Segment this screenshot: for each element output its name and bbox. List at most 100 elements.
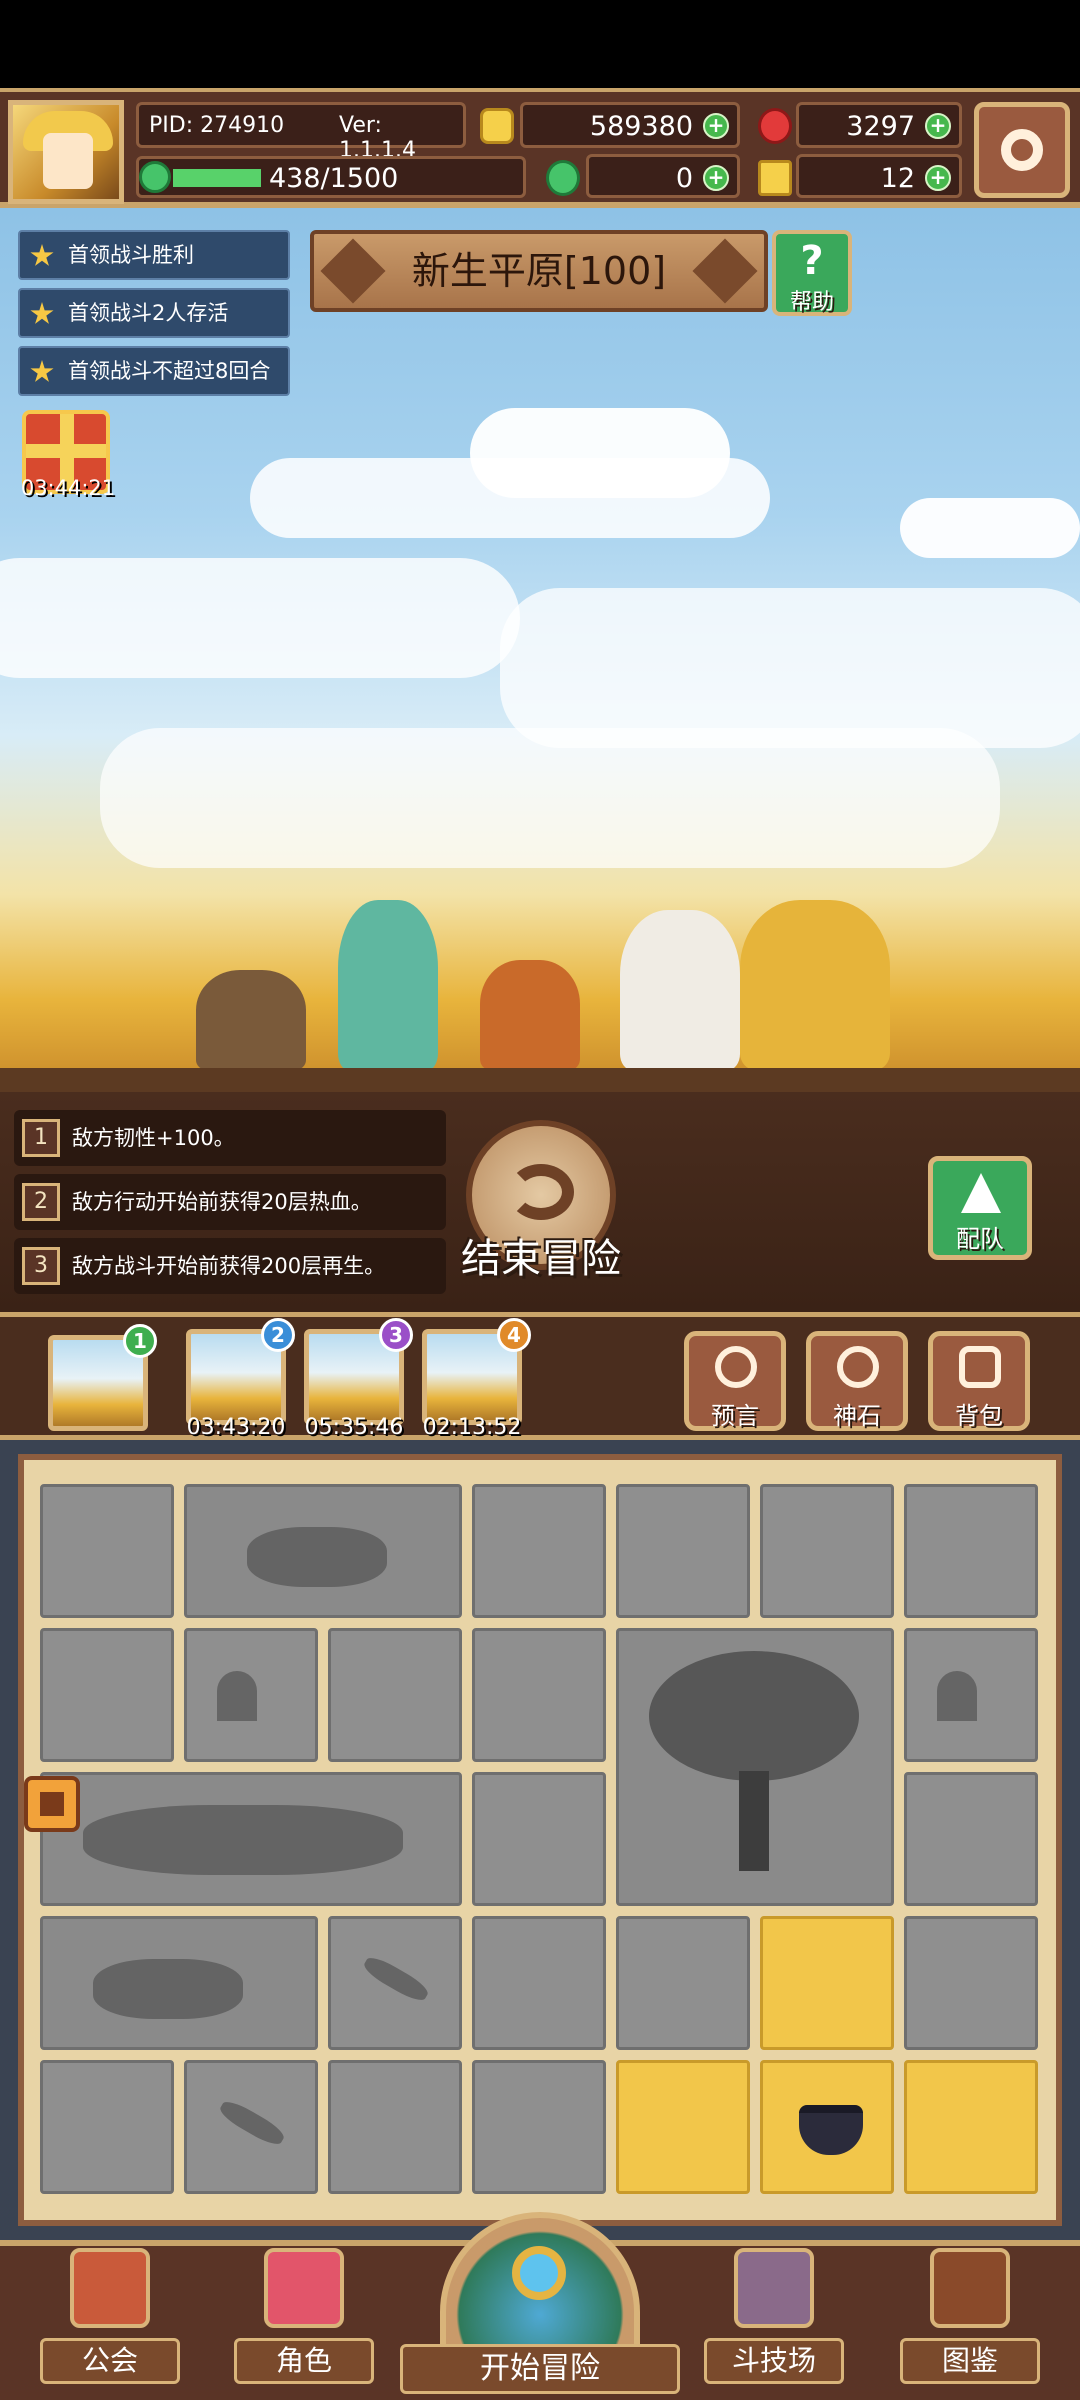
add-gold-button[interactable]: + — [703, 113, 729, 139]
quest-text: 首领战斗胜利 — [68, 243, 194, 267]
key-icon — [758, 160, 792, 196]
quest-item[interactable]: 首领战斗2人存活 — [18, 288, 290, 338]
slot-timer: 02:13:52 — [422, 1415, 522, 1440]
map-tile-rocks[interactable] — [40, 1916, 318, 2050]
hero-rabbit-girl[interactable] — [338, 900, 438, 1070]
slot-badge: 4 — [497, 1318, 531, 1352]
guild-icon — [70, 2248, 150, 2328]
nav-start-adventure[interactable]: 开始冒险 — [400, 2212, 680, 2400]
player-marker[interactable] — [24, 1776, 80, 1832]
return-arrow-icon — [508, 1164, 574, 1220]
gold-panel: 589380 + — [520, 102, 740, 148]
help-button[interactable]: ? 帮助 — [772, 230, 852, 316]
add-clover-button[interactable]: + — [703, 165, 729, 191]
nav-character-label: 角色 — [234, 2338, 374, 2384]
settings-button[interactable] — [974, 102, 1070, 198]
star-icon — [30, 360, 54, 382]
map-tile-explored[interactable] — [760, 1916, 894, 2050]
nav-guild-label: 公会 — [40, 2338, 180, 2384]
godstone-icon — [837, 1346, 879, 1388]
adventure-slot-4[interactable]: 4 — [422, 1318, 531, 1425]
hero-white-haired[interactable] — [620, 910, 740, 1070]
exp-icon — [139, 161, 171, 193]
prophecy-button[interactable]: 预言 — [684, 1331, 786, 1431]
adventure-slot-1[interactable]: 1 — [48, 1324, 157, 1431]
map-tile-boulders[interactable] — [40, 1772, 462, 1906]
quest-item[interactable]: 首领战斗不超过8回合 — [18, 346, 290, 396]
hero-monkey[interactable] — [480, 960, 580, 1070]
quest-item[interactable]: 首领战斗胜利 — [18, 230, 290, 280]
cloud — [900, 498, 1080, 558]
team-setup-button[interactable]: 配队 — [928, 1156, 1032, 1260]
player-avatar[interactable] — [8, 100, 124, 204]
effect-number: 2 — [22, 1183, 60, 1221]
sticks-icon — [360, 1952, 432, 2006]
map-tile[interactable] — [472, 2060, 606, 2194]
map-tile-explored[interactable] — [904, 2060, 1038, 2194]
effect-text: 敌方韧性+100。 — [72, 1126, 235, 1150]
map-tile[interactable] — [40, 2060, 174, 2194]
adventure-slot-2[interactable]: 2 — [186, 1318, 295, 1425]
adventure-slots-bar: 1 2 03:43:20 3 05:35:46 4 02:13:52 预言 神石… — [0, 1312, 1080, 1440]
gem-amount: 3297 — [846, 111, 915, 142]
character-icon — [264, 2248, 344, 2328]
quest-text: 首领战斗2人存活 — [68, 301, 229, 325]
rock-decor — [247, 1527, 387, 1587]
map-tile[interactable] — [40, 1628, 174, 1762]
map-tile-rocks[interactable] — [184, 1484, 462, 1618]
map-tile-campfire[interactable] — [760, 2060, 894, 2194]
nav-character[interactable]: 角色 — [234, 2248, 374, 2388]
cloud — [500, 588, 1080, 748]
effect-row: 3 敌方战斗开始前获得200层再生。 — [14, 1238, 446, 1294]
map-tile-explored[interactable] — [616, 2060, 750, 2194]
nav-codex-label: 图鉴 — [900, 2338, 1040, 2384]
end-adventure-button[interactable]: 结束冒险 — [456, 1120, 626, 1290]
map-tile[interactable] — [328, 1628, 462, 1762]
exp-text: 438/1500 — [269, 163, 399, 194]
pid-text: PID: 274910 — [149, 113, 285, 138]
hero-golden[interactable] — [740, 900, 890, 1070]
map-tile[interactable] — [328, 2060, 462, 2194]
prophecy-label: 预言 — [711, 1402, 759, 1430]
map-tile[interactable] — [760, 1484, 894, 1618]
exp-fill — [173, 169, 261, 187]
tree-icon — [649, 1651, 859, 1781]
add-key-button[interactable]: + — [925, 165, 951, 191]
map-tile[interactable] — [472, 1628, 606, 1762]
map-tile-door[interactable] — [184, 1628, 318, 1762]
resource-bar: PID: 274910 Ver: 1.1.1.4 589380 + 3297 +… — [0, 88, 1080, 208]
map-tile-sticks[interactable] — [184, 2060, 318, 2194]
effect-text: 敌方战斗开始前获得200层再生。 — [72, 1254, 386, 1278]
map-tile-door[interactable] — [904, 1628, 1038, 1762]
map-tile[interactable] — [40, 1484, 174, 1618]
map-tile[interactable] — [472, 1484, 606, 1618]
quest-text: 首领战斗不超过8回合 — [68, 359, 271, 383]
map-tile[interactable] — [472, 1772, 606, 1906]
map-tile[interactable] — [904, 1916, 1038, 2050]
map-tile[interactable] — [472, 1916, 606, 2050]
map-tile[interactable] — [616, 1484, 750, 1618]
gear-icon — [1001, 129, 1043, 171]
map-tile-sticks[interactable] — [328, 1916, 462, 2050]
nav-arena[interactable]: 斗技场 — [704, 2248, 844, 2388]
adventure-slot-3[interactable]: 3 — [304, 1318, 413, 1425]
map-tile-tree[interactable] — [616, 1628, 894, 1906]
slot-timer: 05:35:46 — [304, 1415, 404, 1440]
help-label: 帮助 — [789, 290, 834, 315]
backpack-button[interactable]: 背包 — [928, 1331, 1030, 1431]
map-tile[interactable] — [616, 1916, 750, 2050]
player-info-panel: PID: 274910 Ver: 1.1.1.4 — [136, 102, 466, 163]
map-tile[interactable] — [904, 1484, 1038, 1618]
crystal-ball-icon — [715, 1346, 757, 1388]
nav-guild[interactable]: 公会 — [40, 2248, 180, 2388]
sticks-icon — [216, 2096, 288, 2150]
map-tile[interactable] — [904, 1772, 1038, 1906]
door-icon — [217, 1671, 257, 1721]
team-icon — [961, 1173, 1001, 1213]
gift-timer: 03:44:21 — [20, 476, 116, 500]
nav-codex[interactable]: 图鉴 — [900, 2248, 1040, 2388]
gift-ribbon — [26, 444, 106, 458]
godstone-button[interactable]: 神石 — [806, 1331, 908, 1431]
marker-icon — [40, 1792, 64, 1816]
add-gem-button[interactable]: + — [925, 113, 951, 139]
